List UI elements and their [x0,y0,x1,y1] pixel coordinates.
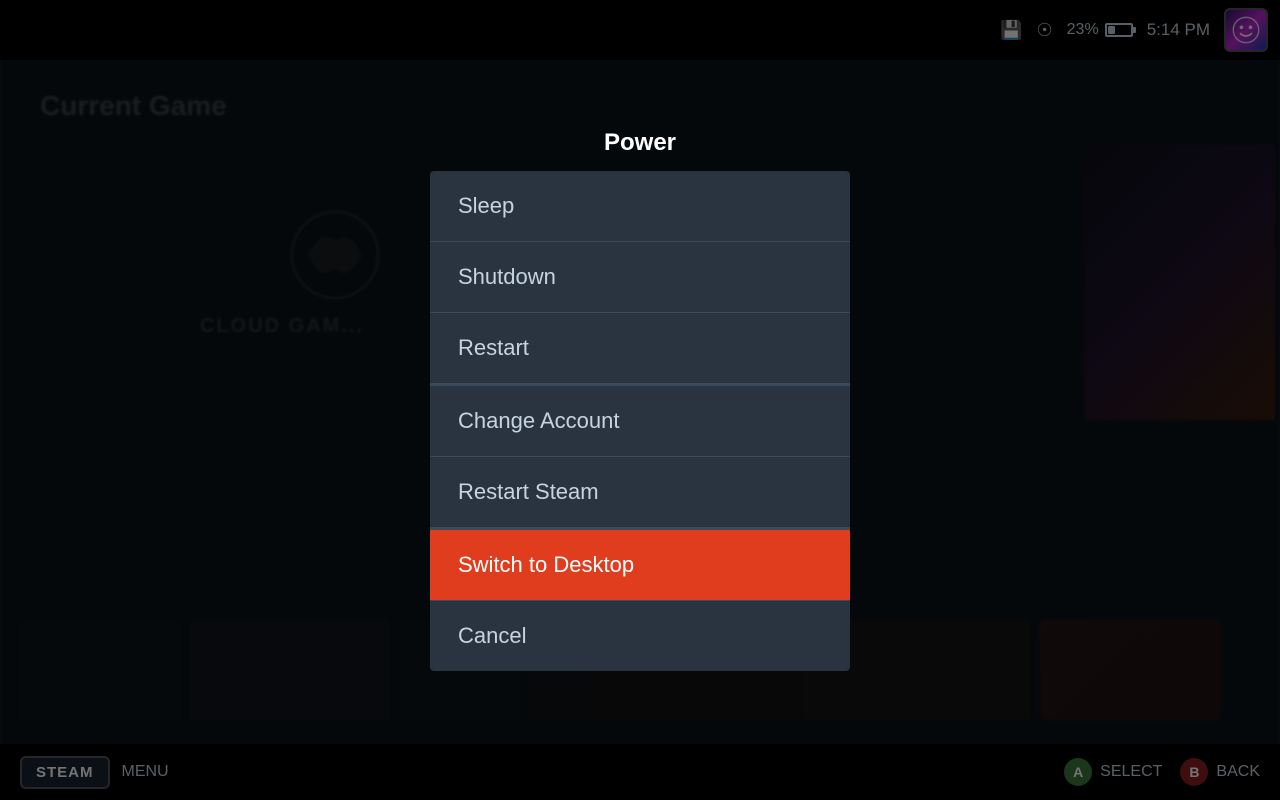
dialog-title: Power [430,129,850,157]
menu-item-cancel[interactable]: Cancel [430,601,850,671]
cancel-label: Cancel [458,623,526,649]
menu-item-restart[interactable]: Restart [430,313,850,384]
switch-desktop-label: Switch to Desktop [458,552,634,578]
menu-item-restart-steam[interactable]: Restart Steam [430,457,850,528]
restart-steam-label: Restart Steam [458,479,599,505]
shutdown-label: Shutdown [458,264,556,290]
restart-label: Restart [458,335,529,361]
change-account-label: Change Account [458,408,619,434]
power-dialog: Power Sleep Shutdown Restart Change Acco… [430,129,850,671]
menu-item-shutdown[interactable]: Shutdown [430,242,850,313]
power-menu: Sleep Shutdown Restart Change Account Re… [430,171,850,671]
menu-item-change-account[interactable]: Change Account [430,384,850,457]
menu-item-sleep[interactable]: Sleep [430,171,850,242]
menu-item-switch-desktop[interactable]: Switch to Desktop [430,528,850,601]
sleep-label: Sleep [458,193,514,219]
